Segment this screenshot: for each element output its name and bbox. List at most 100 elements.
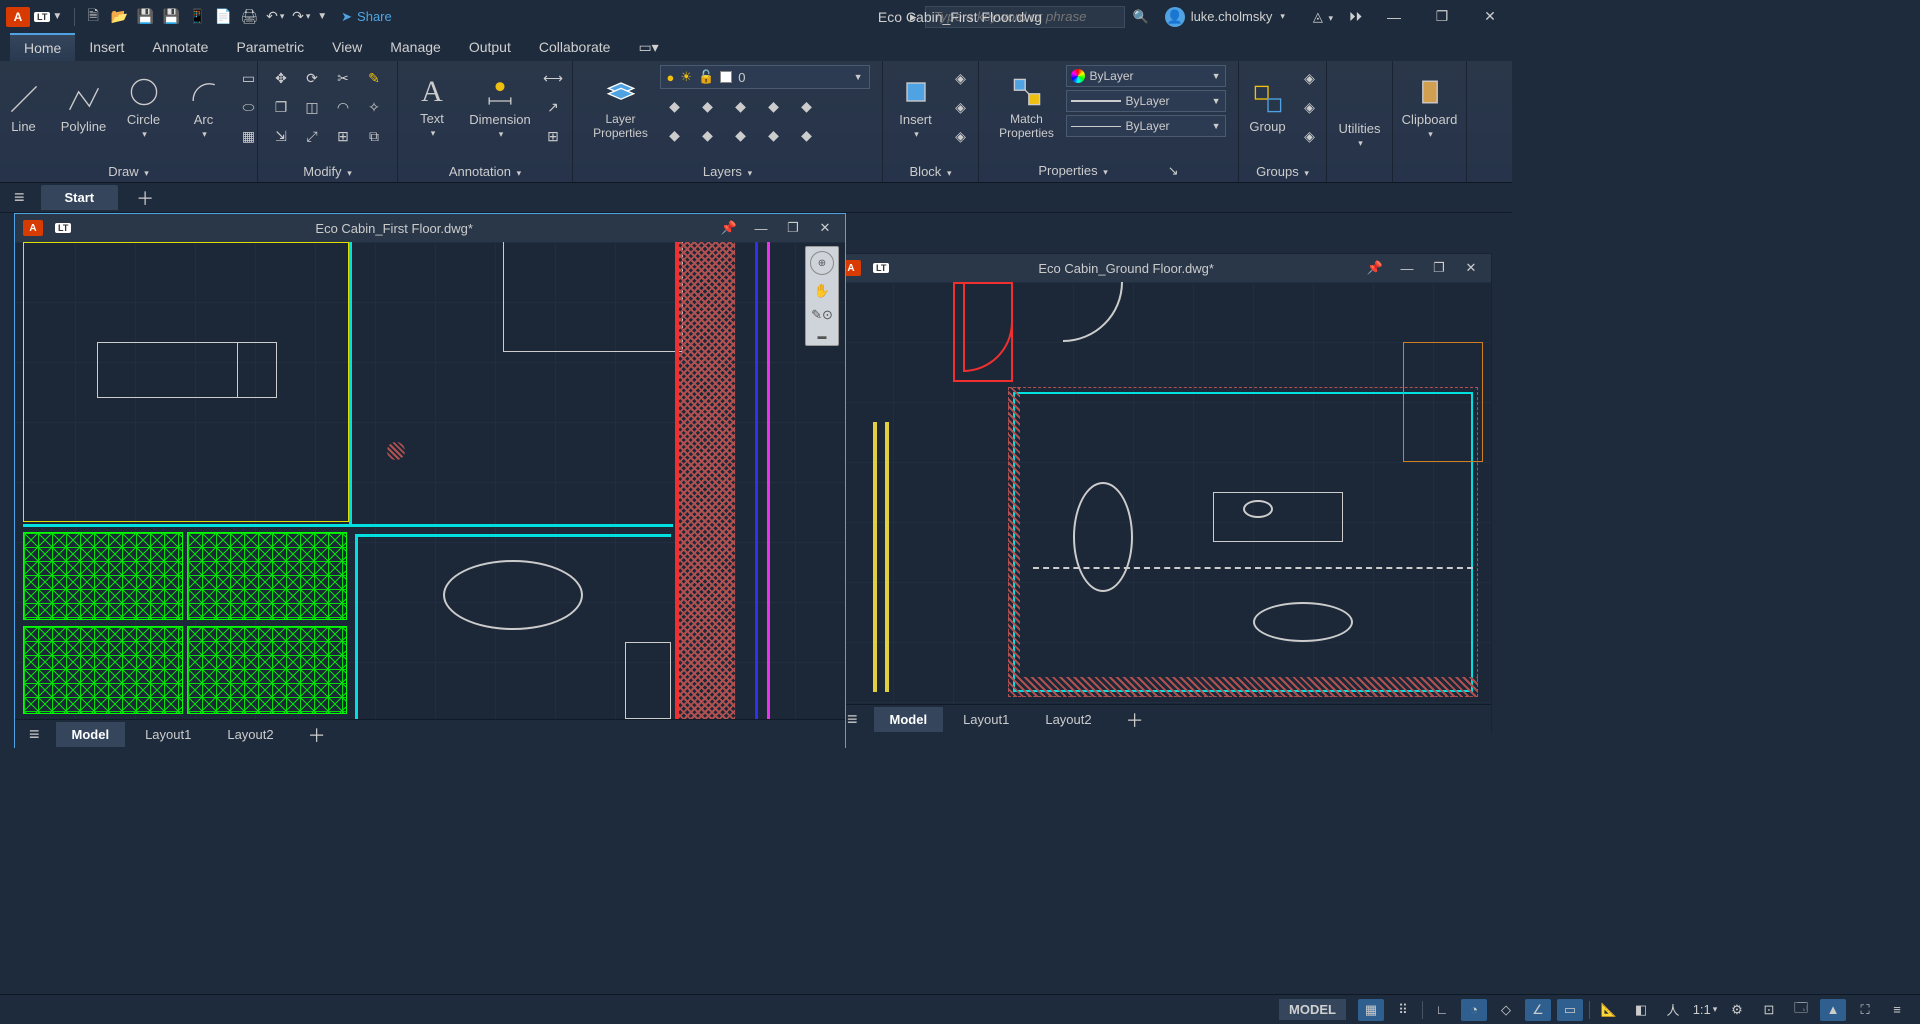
doc1-layout1-tab[interactable]: Layout1 xyxy=(129,722,207,747)
hardware-accel-toggle[interactable]: ▲ xyxy=(1820,999,1846,1021)
app-menu-caret[interactable]: ▼ xyxy=(52,11,62,22)
share-button[interactable]: ➤ Share xyxy=(341,9,392,25)
group-bbox-icon[interactable]: ◈ xyxy=(1297,123,1323,149)
nav-grip-icon[interactable]: ▬ xyxy=(818,331,827,341)
isodraft-toggle[interactable]: ◇ xyxy=(1493,999,1519,1021)
rotate-icon[interactable]: ⟳ xyxy=(298,65,326,91)
clipboard-button[interactable]: Clipboard▾ xyxy=(1398,65,1462,149)
transparency-toggle[interactable]: ◧ xyxy=(1628,999,1654,1021)
doc1-layout2-tab[interactable]: Layout2 xyxy=(211,722,289,747)
qprops-toggle[interactable]: 🗔 xyxy=(1788,999,1814,1021)
doc2-layout2-tab[interactable]: Layout2 xyxy=(1029,707,1107,732)
doc2-add-layout[interactable]: ＋ xyxy=(1126,707,1144,733)
customize-status[interactable]: ≡ xyxy=(1884,999,1910,1021)
tab-annotate[interactable]: Annotate xyxy=(138,34,222,60)
expand-icon[interactable]: ⏵⏵ xyxy=(1349,9,1362,25)
line-button[interactable]: Line xyxy=(0,65,52,149)
draw-title[interactable]: Draw ▾ xyxy=(108,161,149,182)
tab-parametric[interactable]: Parametric xyxy=(222,34,318,60)
new-icon[interactable]: 🗎 xyxy=(83,7,103,27)
stretch-icon[interactable]: ⇲ xyxy=(267,123,295,149)
model-space-button[interactable]: MODEL xyxy=(1279,999,1346,1020)
tab-collaborate[interactable]: Collaborate xyxy=(525,34,625,60)
utilities-button[interactable]: Utilities▾ xyxy=(1334,65,1386,149)
annomonitor-toggle[interactable]: 人 xyxy=(1660,999,1686,1021)
doc1-titlebar[interactable]: ALT Eco Cabin_First Floor.dwg* 📌 ― ❐ ✕ xyxy=(15,214,845,242)
ortho-toggle[interactable]: ∟ xyxy=(1429,999,1455,1021)
annotation-title[interactable]: Annotation ▾ xyxy=(449,161,521,182)
print-icon[interactable]: 🖨 xyxy=(239,7,259,27)
erase-icon[interactable]: ✎ xyxy=(360,65,388,91)
circle-button[interactable]: Circle▾ xyxy=(116,65,172,149)
snap-toggle[interactable]: ⠿ xyxy=(1390,999,1416,1021)
offset-icon[interactable]: ⧉ xyxy=(360,123,388,149)
doc1-close-button[interactable]: ✕ xyxy=(813,220,837,236)
restore-button[interactable]: ❐ xyxy=(1426,3,1458,31)
doc2-min-button[interactable]: ― xyxy=(1395,261,1419,276)
polyline-button[interactable]: Polyline xyxy=(56,65,112,149)
navigation-bar[interactable]: ⊕ ✋ ✎⊙ ▬ xyxy=(805,246,839,346)
layer-properties-button[interactable]: Layer Properties xyxy=(586,65,656,149)
tab-output[interactable]: Output xyxy=(455,34,525,60)
saveas-icon[interactable]: 💾 xyxy=(161,7,181,27)
layer-state-icon[interactable]: ◆ xyxy=(759,122,789,148)
app-logo[interactable]: A xyxy=(6,7,30,27)
save-icon[interactable]: 💾 xyxy=(135,7,155,27)
doc1-pin-icon[interactable]: 📌 xyxy=(717,220,741,236)
doc1-max-button[interactable]: ❐ xyxy=(781,220,805,236)
web-mobile-icon[interactable]: 📱 xyxy=(187,7,207,27)
insert-button[interactable]: Insert▾ xyxy=(888,65,944,149)
linear-dim-icon[interactable]: ⟷ xyxy=(540,65,566,91)
layer-off-icon[interactable]: ◆ xyxy=(660,93,690,119)
table-icon[interactable]: ⊞ xyxy=(540,123,566,149)
zoom-extents-icon[interactable]: ⊕ xyxy=(810,251,834,275)
undo-icon[interactable]: ↶▾ xyxy=(265,7,285,27)
grid-toggle[interactable]: ▦ xyxy=(1358,999,1384,1021)
tab-home[interactable]: Home xyxy=(10,33,75,61)
plot-icon[interactable]: 📄 xyxy=(213,7,233,27)
layer-on-icon[interactable]: ◆ xyxy=(792,122,822,148)
tab-view[interactable]: View xyxy=(318,34,376,60)
clean-screen-toggle[interactable]: ⛶ xyxy=(1852,999,1878,1021)
doc2-layout-menu[interactable]: ≡ xyxy=(847,709,858,730)
lineweight-selector[interactable]: ByLayer▼ xyxy=(1066,90,1226,112)
leader-icon[interactable]: ↗ xyxy=(540,94,566,120)
match-properties-button[interactable]: Match Properties xyxy=(992,65,1062,149)
layer-prev-icon[interactable]: ◆ xyxy=(726,122,756,148)
doc2-layout1-tab[interactable]: Layout1 xyxy=(947,707,1025,732)
units-button[interactable]: ⊡ xyxy=(1756,999,1782,1021)
doc1-layout-menu[interactable]: ≡ xyxy=(29,724,40,745)
mirror-icon[interactable]: ◫ xyxy=(298,94,326,120)
osnap-toggle[interactable]: ∠ xyxy=(1525,999,1551,1021)
layer-uniso-icon[interactable]: ◆ xyxy=(693,122,723,148)
annoscale-button[interactable]: 1:1▾ xyxy=(1692,999,1718,1021)
workspace-switch[interactable]: ⚙ xyxy=(1724,999,1750,1021)
minimize-button[interactable]: ― xyxy=(1378,3,1410,31)
color-selector[interactable]: ByLayer▼ xyxy=(1066,65,1226,87)
layer-freeze-icon[interactable]: ◆ xyxy=(693,93,723,119)
doc1-model-tab[interactable]: Model xyxy=(56,722,126,747)
copy-icon[interactable]: ❐ xyxy=(267,94,295,120)
fillet-icon[interactable]: ◠ xyxy=(329,94,357,120)
doc2-titlebar[interactable]: ALT Eco Cabin_Ground Floor.dwg* 📌 ― ❐ ✕ xyxy=(833,254,1491,282)
document-window-2[interactable]: ALT Eco Cabin_Ground Floor.dwg* 📌 ― ❐ ✕ xyxy=(832,253,1492,733)
layer-match-icon[interactable]: ◆ xyxy=(792,93,822,119)
arc-button[interactable]: Arc▾ xyxy=(176,65,232,149)
scale-icon[interactable]: ⤢ xyxy=(298,123,326,149)
doc2-close-button[interactable]: ✕ xyxy=(1459,260,1483,276)
create-block-icon[interactable]: ◈ xyxy=(948,65,974,91)
orbit-icon[interactable]: ✎⊙ xyxy=(811,307,833,323)
user-menu[interactable]: 👤 luke.cholmsky ▾ xyxy=(1165,7,1285,27)
layer-selector[interactable]: ● ☀ 🔓 0 ▼ xyxy=(660,65,870,89)
open-icon[interactable]: 📂 xyxy=(109,7,129,27)
ungroup-icon[interactable]: ◈ xyxy=(1297,65,1323,91)
doc2-model-tab[interactable]: Model xyxy=(874,707,944,732)
doc2-pin-icon[interactable]: 📌 xyxy=(1363,260,1387,276)
tab-manage[interactable]: Manage xyxy=(376,34,455,60)
explode-icon[interactable]: ✧ xyxy=(360,94,388,120)
properties-title[interactable]: Properties ▾ ↘ xyxy=(1038,160,1178,182)
lwt-toggle[interactable]: 📐 xyxy=(1596,999,1622,1021)
group-edit-icon[interactable]: ◈ xyxy=(1297,94,1323,120)
redo-icon[interactable]: ↷▾ xyxy=(291,7,311,27)
block-title[interactable]: Block ▾ xyxy=(910,161,952,182)
